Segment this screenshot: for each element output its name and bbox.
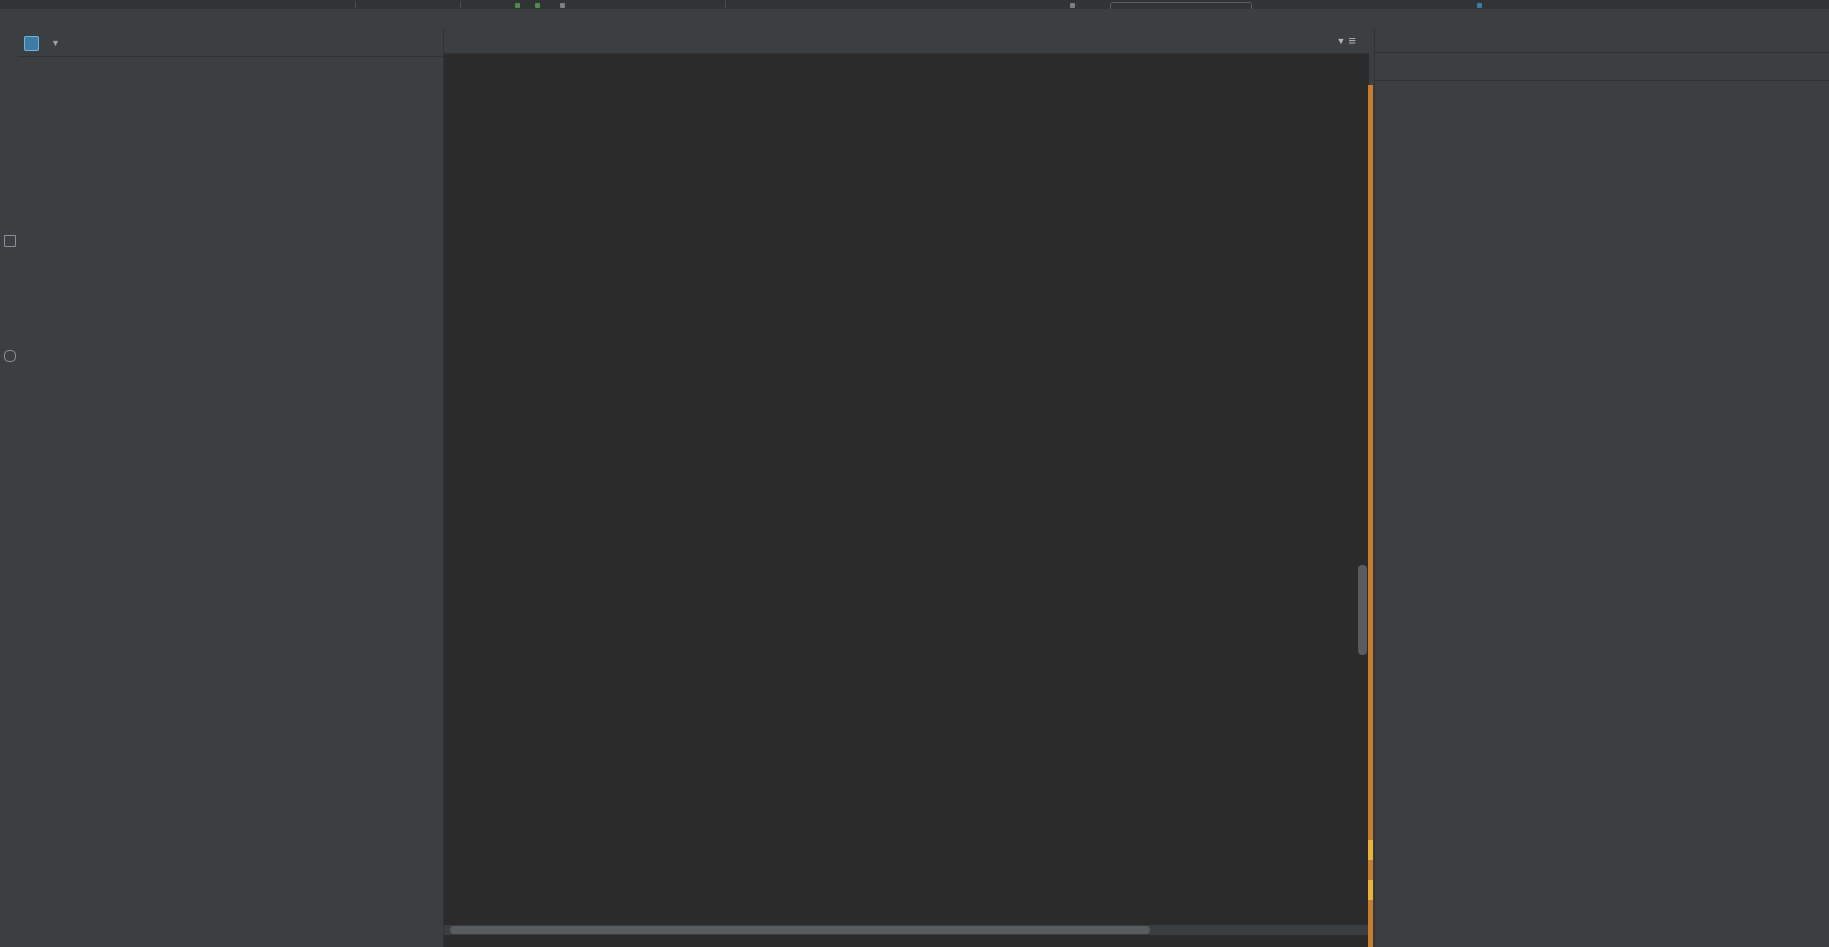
project-tool-window: ▼ xyxy=(18,30,443,947)
toolbar-separator xyxy=(460,1,461,8)
toolbar-separator xyxy=(355,1,356,8)
chevron-down-icon[interactable]: ▼ xyxy=(51,38,60,48)
tool-window-stripe xyxy=(0,30,19,947)
stripe-mark xyxy=(1368,840,1373,860)
editor-tab-bar: ▼ ≡ xyxy=(444,28,1369,54)
stripe-tool-icon[interactable] xyxy=(4,350,16,362)
chevron-down-icon[interactable]: ▼ xyxy=(1336,36,1345,46)
editor-horizontal-scrollbar[interactable] xyxy=(450,926,1150,934)
toolbar-icon[interactable] xyxy=(1070,3,1075,8)
code-viewport[interactable] xyxy=(444,53,1369,947)
toolbar-separator xyxy=(725,1,726,8)
editor-splitter-stripe[interactable] xyxy=(1368,85,1373,947)
tab-overflow-controls[interactable]: ▼ ≡ xyxy=(1336,28,1369,53)
tab-list-icon[interactable]: ≡ xyxy=(1348,33,1356,48)
editor-area: ▼ ≡ xyxy=(443,28,1369,947)
stripe-mark xyxy=(1368,880,1373,900)
gradle-tool-window xyxy=(1374,28,1829,947)
project-tree xyxy=(18,57,443,64)
gradle-panel-header xyxy=(1375,28,1829,53)
ide-window: ▼ ▼ ≡ xyxy=(0,0,1829,947)
stripe-tool-icon[interactable] xyxy=(4,235,16,247)
breadcrumb xyxy=(0,9,1829,30)
project-tool-icon xyxy=(24,36,39,51)
toolbar-icon[interactable] xyxy=(1477,3,1482,8)
run-icon[interactable] xyxy=(515,3,520,8)
toolbar-icon[interactable] xyxy=(560,3,565,8)
project-panel-header: ▼ xyxy=(18,30,443,57)
debug-icon[interactable] xyxy=(535,3,540,8)
editor-vertical-scrollbar[interactable] xyxy=(1358,565,1367,655)
gradle-toolbar xyxy=(1375,53,1829,81)
